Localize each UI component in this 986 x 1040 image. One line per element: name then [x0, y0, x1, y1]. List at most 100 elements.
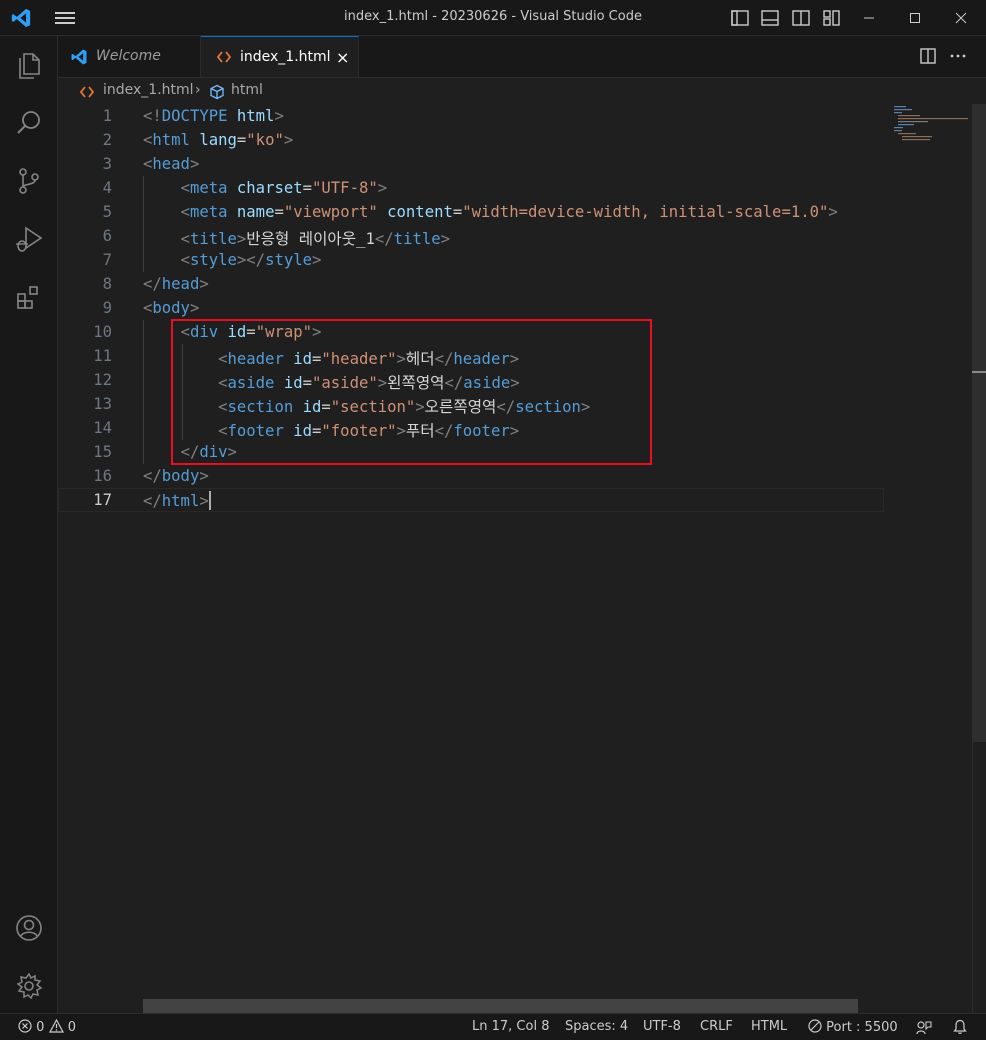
code-token: id	[293, 350, 313, 368]
code-line[interactable]: 3 <head>	[58, 152, 884, 176]
encoding-status[interactable]: UTF-8	[643, 1019, 681, 1034]
code-token: >	[189, 299, 200, 317]
line-number: 13	[93, 395, 112, 413]
code-line[interactable]: 10 <div id="wrap">	[58, 320, 884, 344]
code-token: =	[302, 374, 313, 392]
code-token: DOCTYPE	[161, 107, 228, 125]
code-text: </html>	[143, 491, 211, 510]
code-line[interactable]: 8 </head>	[58, 272, 884, 296]
activity-accounts[interactable]	[0, 902, 57, 950]
tab-index-html[interactable]: index_1.html ×	[201, 36, 359, 77]
code-line[interactable]: 17 </html>	[58, 488, 884, 512]
title-bar: index_1.html - 20230626 - Visual Studio …	[0, 0, 986, 36]
activity-search[interactable]	[0, 97, 57, 145]
horizontal-scrollbar[interactable]	[143, 999, 858, 1013]
more-actions-icon[interactable]	[948, 46, 968, 66]
live-server-status[interactable]: Port : 5500	[808, 1019, 898, 1035]
code-token: </	[496, 398, 516, 416]
vertical-scrollbar-thumb[interactable]	[972, 104, 986, 742]
code-line[interactable]: 7 <style></style>	[58, 248, 884, 272]
search-icon	[17, 111, 40, 134]
code-text: </head>	[143, 275, 209, 293]
code-line[interactable]: 9 <body>	[58, 296, 884, 320]
code-token: footer	[227, 422, 284, 440]
activity-explorer[interactable]	[0, 39, 57, 87]
code-token: name	[236, 203, 275, 221]
activity-run-debug[interactable]	[0, 213, 57, 261]
line-number: 10	[93, 323, 112, 341]
code-line[interactable]: 2 <html lang="ko">	[58, 128, 884, 152]
breadcrumb-symbol[interactable]: html	[231, 82, 263, 98]
symbol-element-icon	[210, 84, 224, 100]
activity-source-control[interactable]	[0, 155, 57, 203]
toggle-primary-sidebar-icon[interactable]	[730, 8, 750, 28]
line-number: 7	[102, 251, 112, 269]
problems-status[interactable]: 0 0	[18, 1018, 76, 1035]
indentation-status[interactable]: Spaces: 4	[565, 1019, 628, 1034]
code-line[interactable]: 5 <meta name="viewport" content="width=d…	[58, 200, 884, 224]
customize-layout-icon[interactable]	[822, 8, 842, 28]
code-line[interactable]: 14 <footer id="footer">푸터</footer>	[58, 416, 884, 440]
minimap[interactable]	[884, 104, 972, 1013]
code-token: >	[509, 350, 520, 368]
breadcrumb-file[interactable]: index_1.html	[103, 82, 194, 98]
close-tab-icon[interactable]: ×	[336, 48, 349, 67]
code-token: aside	[227, 374, 275, 392]
code-token: lang	[199, 131, 237, 149]
code-token: <	[218, 422, 228, 440]
code-text: <div id="wrap">	[143, 323, 322, 341]
toggle-panel-icon[interactable]	[760, 8, 780, 28]
notifications-bell-icon[interactable]	[953, 1019, 967, 1035]
code-line[interactable]: 13 <section id="section">오른쪽영역</section>	[58, 392, 884, 416]
code-token: >	[396, 350, 406, 368]
line-number: 9	[102, 299, 112, 317]
code-token: </	[143, 467, 162, 485]
cursor-position-status[interactable]: Ln 17, Col 8	[472, 1019, 549, 1034]
code-token: <	[143, 299, 153, 317]
code-token: title	[189, 230, 237, 248]
code-token: </	[434, 350, 454, 368]
code-token: 오른쪽영역	[424, 398, 497, 416]
code-token: "ko"	[246, 131, 284, 149]
code-token: >	[377, 179, 388, 197]
status-bar: 0 0 Ln 17, Col 8 Spaces: 4 UTF-8 CRLF HT…	[0, 1013, 986, 1040]
code-token: </	[143, 275, 162, 293]
code-line[interactable]: 16 </body>	[58, 464, 884, 488]
close-window-button[interactable]	[938, 0, 984, 35]
split-editor-icon[interactable]	[918, 46, 938, 66]
code-token: =	[321, 398, 331, 416]
code-token: section	[227, 398, 294, 416]
code-line[interactable]: 11 <header id="header">헤더</header>	[58, 344, 884, 368]
code-editor[interactable]: 1 <!DOCTYPE html> 2 <html lang="ko"> 3 <head>…	[58, 104, 884, 1013]
toggle-secondary-sidebar-icon[interactable]	[791, 8, 811, 28]
feedback-icon[interactable]	[916, 1020, 932, 1035]
code-token: 반응형 레이아웃_1	[246, 230, 375, 248]
port-label: Port : 5500	[826, 1020, 898, 1035]
language-mode-status[interactable]: HTML	[751, 1019, 787, 1034]
code-token: <	[143, 131, 153, 149]
minimize-button[interactable]	[846, 0, 892, 35]
activity-extensions[interactable]	[0, 271, 57, 319]
code-line[interactable]: 4 <meta charset="UTF-8">	[58, 176, 884, 200]
code-line[interactable]: 15 </div>	[58, 440, 884, 464]
code-line[interactable]: 6 <title>반응형 레이아웃_1</title>	[58, 224, 884, 248]
activity-manage[interactable]	[0, 960, 57, 1008]
line-number: 11	[93, 347, 112, 365]
line-number: 6	[102, 227, 112, 245]
code-line[interactable]: 12 <aside id="aside">왼쪽영역</aside>	[58, 368, 884, 392]
tab-welcome[interactable]: Welcome	[58, 36, 201, 77]
code-token: id	[293, 422, 313, 440]
eol-status[interactable]: CRLF	[700, 1019, 733, 1034]
code-token: =	[302, 179, 313, 197]
code-token: >	[227, 443, 237, 461]
maximize-button[interactable]	[892, 0, 938, 35]
code-token: <	[218, 374, 228, 392]
code-token: <	[180, 251, 190, 269]
warning-icon	[48, 1018, 64, 1033]
code-line[interactable]: 1 <!DOCTYPE html>	[58, 104, 884, 128]
